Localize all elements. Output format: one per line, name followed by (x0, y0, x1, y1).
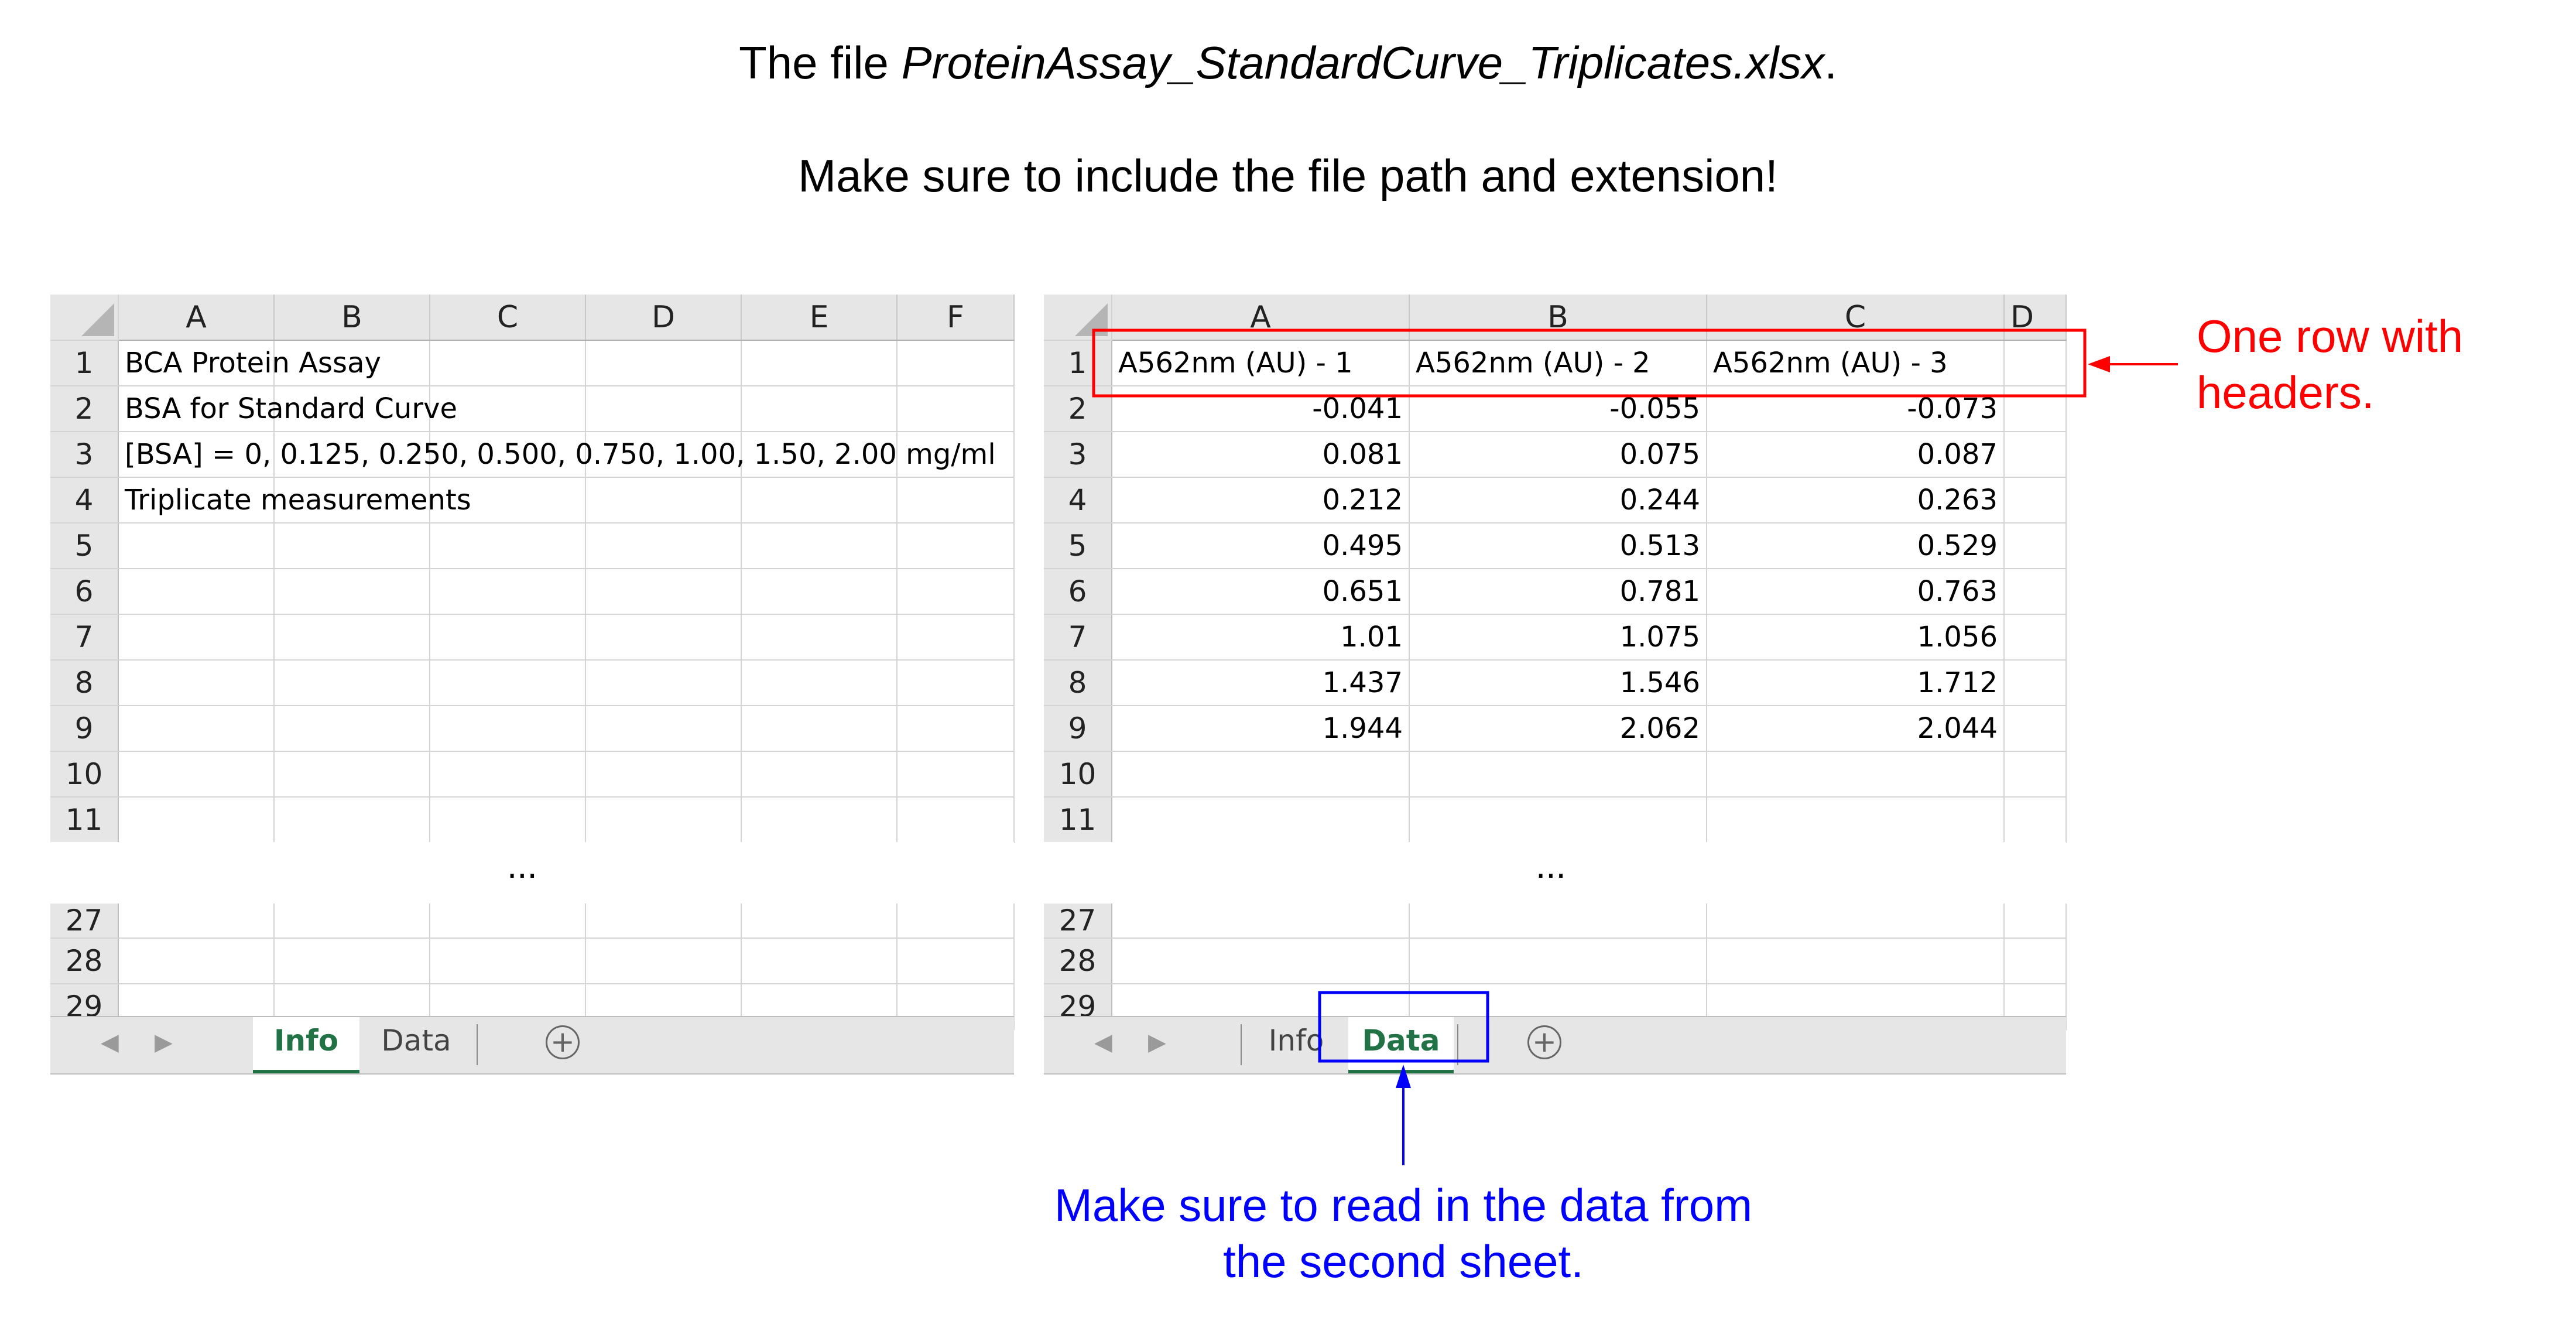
second-sheet-note: Make sure to read in the data from the s… (972, 1177, 1835, 1289)
headers-note-line2: headers. (2197, 367, 2375, 418)
headers-note-line1: One row with (2197, 310, 2464, 362)
annotation-overlay (1092, 329, 2178, 1165)
red-arrow-head (2088, 356, 2110, 372)
header-row-highlight (1092, 329, 2087, 398)
headers-note: One row with headers. (2197, 308, 2463, 420)
data-tab-highlight (1318, 991, 1489, 1063)
second-sheet-note-line1: Make sure to read in the data from (1054, 1179, 1753, 1231)
blue-arrow-head (1396, 1065, 1411, 1088)
second-sheet-note-line2: the second sheet. (1223, 1236, 1584, 1287)
